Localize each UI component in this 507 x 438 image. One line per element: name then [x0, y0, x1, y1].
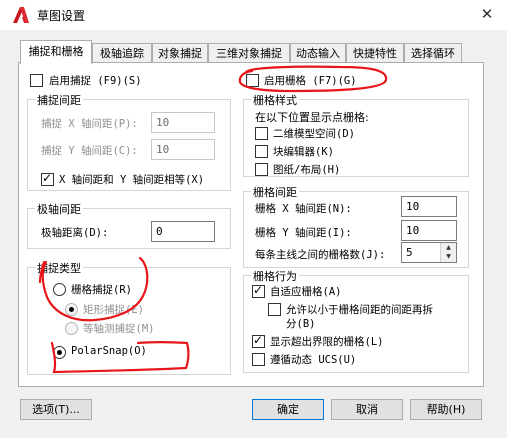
tab-snap-and-grid[interactable]: 捕捉和栅格	[20, 40, 92, 64]
sheet-layout-label: 图纸/布局(H)	[273, 164, 341, 176]
subdivide-checkbox[interactable]	[268, 303, 281, 316]
enable-grid-checkbox[interactable]	[246, 74, 259, 87]
tab-3d-object-snap[interactable]: 三维对象捕捉	[208, 43, 290, 63]
tab-selection-cycling[interactable]: 选择循环	[404, 43, 462, 63]
spinner-up-icon[interactable]: ▲	[441, 243, 456, 252]
snap-spacing-title: 捕捉间距	[35, 92, 83, 108]
grid-spacing-title: 栅格间距	[251, 184, 299, 200]
grid-x-label: 栅格 X 轴间距(N):	[255, 203, 352, 215]
model-space-checkbox[interactable]	[255, 127, 268, 140]
snap-x-input[interactable]: 10	[151, 112, 215, 133]
polarsnap-radio[interactable]	[53, 346, 66, 359]
sheet-layout-checkbox[interactable]	[255, 163, 268, 176]
tab-object-snap[interactable]: 对象捕捉	[152, 43, 208, 63]
polar-distance-label: 极轴距离(D):	[41, 227, 109, 239]
follow-ucs-checkbox[interactable]	[252, 353, 265, 366]
grid-y-input[interactable]: 10	[401, 220, 457, 241]
beyond-limits-checkbox[interactable]	[252, 333, 265, 348]
options-button[interactable]: 选项(T)...	[20, 399, 92, 420]
isometric-snap-label: 等轴测捕捉(M)	[83, 323, 155, 335]
rectangular-snap-radio[interactable]	[65, 303, 78, 316]
adaptive-grid-checkbox[interactable]	[252, 283, 265, 298]
polar-distance-input[interactable]: 0	[151, 221, 215, 242]
close-icon[interactable]: ✕	[476, 3, 498, 25]
grid-behavior-title: 栅格行为	[251, 268, 299, 284]
snap-type-title: 捕捉类型	[35, 260, 83, 276]
grid-snap-radio[interactable]	[53, 283, 66, 296]
help-button[interactable]: 帮助(H)	[410, 399, 482, 420]
block-editor-checkbox[interactable]	[255, 145, 268, 158]
rectangular-snap-label: 矩形捕捉(E)	[83, 304, 144, 316]
polarsnap-label: PolarSnap(O)	[71, 345, 147, 357]
autocad-a-icon	[12, 6, 30, 24]
cancel-button[interactable]: 取消	[331, 399, 403, 420]
equal-spacing-label: X 轴间距和 Y 轴间距相等(X)	[59, 174, 205, 186]
grid-x-input[interactable]: 10	[401, 196, 457, 217]
snap-y-label: 捕捉 Y 轴间距(C):	[41, 145, 138, 157]
enable-snap-checkbox[interactable]	[30, 74, 43, 87]
enable-grid-label: 启用栅格 (F7)(G)	[264, 75, 357, 87]
subdivide-label-line1: 允许以小于栅格间距的间距再拆	[286, 304, 433, 316]
ok-button[interactable]: 确定	[252, 399, 324, 420]
subdivide-label-line2: 分(B)	[286, 318, 316, 330]
snap-and-grid-panel: 启用捕捉 (F9)(S) 捕捉间距 捕捉 X 轴间距(P): 10 捕捉 Y 轴…	[18, 62, 484, 387]
major-line-spinner[interactable]: ▲ ▼	[440, 243, 456, 262]
grid-style-subtitle: 在以下位置显示点栅格:	[255, 111, 369, 124]
follow-ucs-label: 遵循动态 UCS(U)	[270, 354, 357, 366]
tab-polar-tracking[interactable]: 极轴追踪	[92, 43, 152, 63]
spinner-down-icon[interactable]: ▼	[441, 252, 456, 261]
window-title: 草图设置	[37, 9, 86, 23]
major-line-label: 每条主线之间的栅格数(J):	[255, 249, 386, 261]
block-editor-label: 块编辑器(K)	[273, 146, 334, 158]
polar-spacing-title: 极轴间距	[35, 201, 83, 217]
snap-x-label: 捕捉 X 轴间距(P):	[41, 118, 138, 130]
snap-y-input[interactable]: 10	[151, 139, 215, 160]
grid-snap-label: 栅格捕捉(R)	[71, 284, 132, 296]
adaptive-grid-label: 自适应栅格(A)	[270, 286, 342, 298]
tab-dynamic-input[interactable]: 动态输入	[290, 43, 346, 63]
beyond-limits-label: 显示超出界限的栅格(L)	[270, 336, 384, 348]
grid-style-title: 栅格样式	[251, 92, 299, 108]
model-space-label: 二维模型空间(D)	[273, 128, 355, 140]
tab-quick-properties[interactable]: 快捷特性	[346, 43, 404, 63]
grid-y-label: 栅格 Y 轴间距(I):	[255, 227, 352, 239]
equal-spacing-checkbox[interactable]	[41, 171, 54, 186]
enable-snap-label: 启用捕捉 (F9)(S)	[49, 75, 142, 87]
isometric-snap-radio[interactable]	[65, 322, 78, 335]
